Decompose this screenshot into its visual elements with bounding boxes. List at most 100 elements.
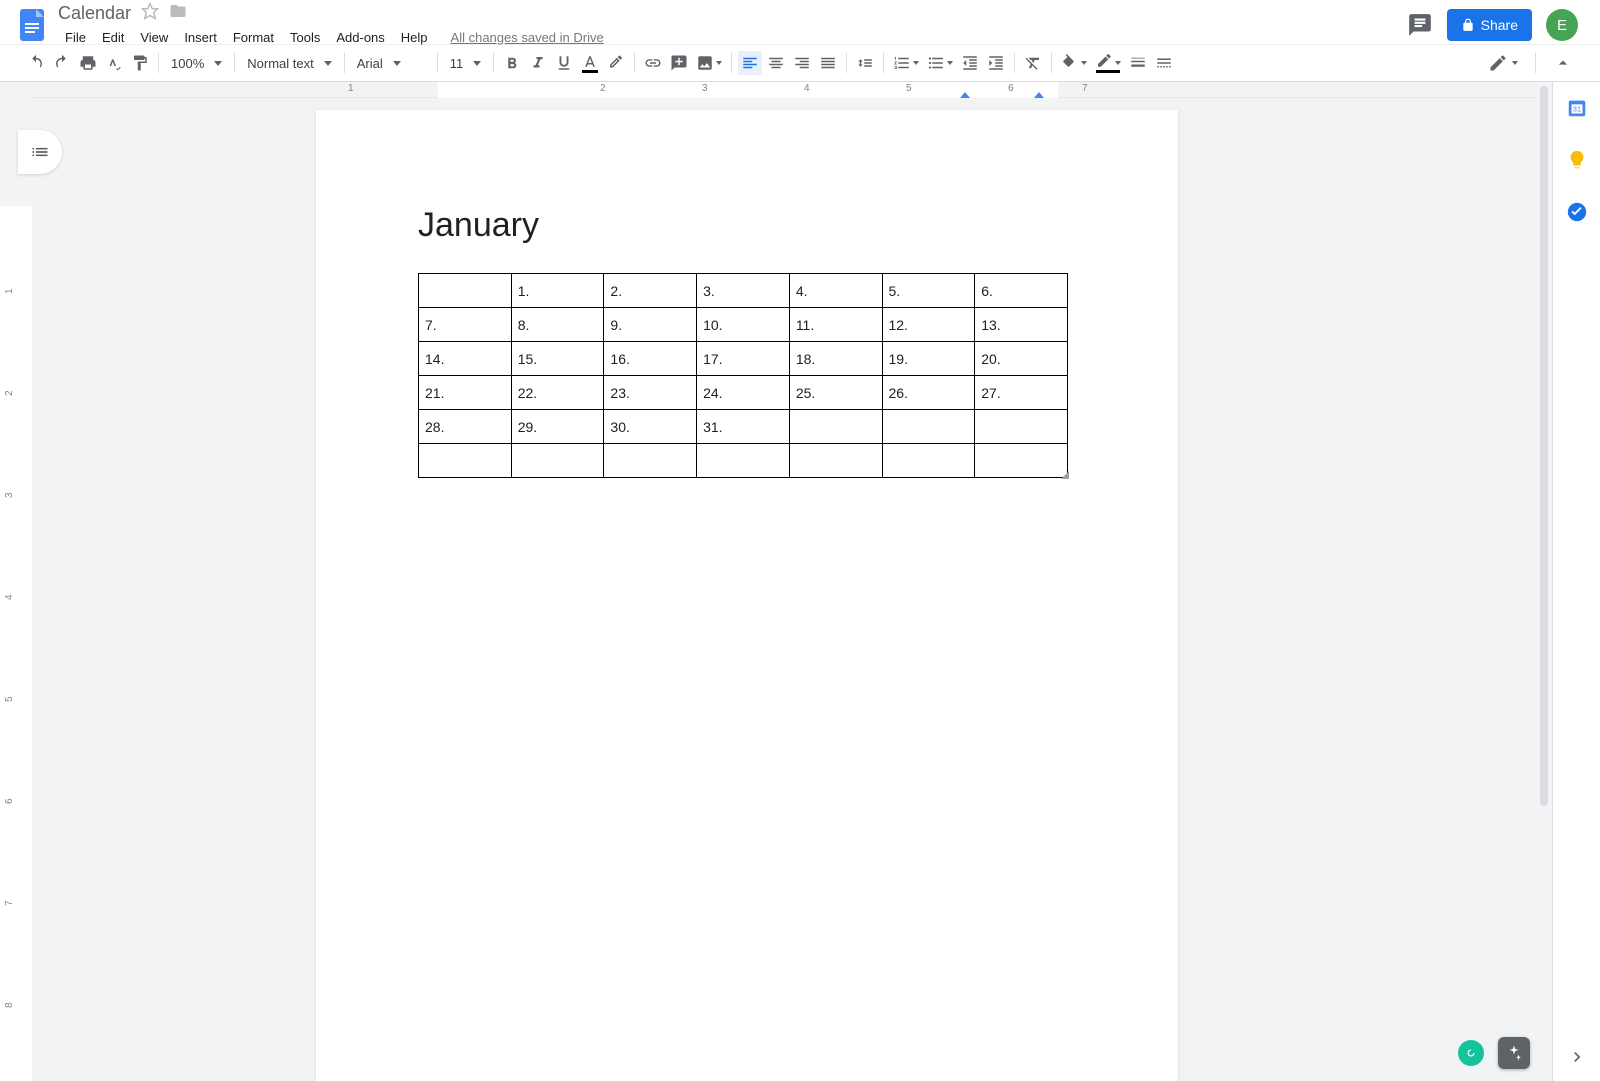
underline-icon[interactable] bbox=[552, 51, 576, 75]
border-color-icon[interactable] bbox=[1092, 51, 1124, 75]
calendar-cell[interactable] bbox=[789, 410, 882, 444]
highlight-color-icon[interactable] bbox=[604, 51, 628, 75]
calendar-cell[interactable]: 2. bbox=[604, 274, 697, 308]
calendar-cell[interactable]: 5. bbox=[882, 274, 975, 308]
calendar-cell[interactable] bbox=[419, 274, 512, 308]
document-title[interactable]: Calendar bbox=[58, 3, 131, 24]
fill-color-icon[interactable] bbox=[1058, 51, 1090, 75]
calendar-cell[interactable] bbox=[882, 410, 975, 444]
numbered-list-icon[interactable] bbox=[890, 51, 922, 75]
increase-indent-icon[interactable] bbox=[984, 51, 1008, 75]
calendar-cell[interactable]: 31. bbox=[697, 410, 790, 444]
calendar-cell[interactable]: 19. bbox=[882, 342, 975, 376]
grammarly-icon[interactable] bbox=[1458, 1040, 1484, 1066]
calendar-cell[interactable] bbox=[882, 444, 975, 478]
menu-addons[interactable]: Add-ons bbox=[329, 26, 391, 49]
border-style-icon[interactable] bbox=[1152, 51, 1176, 75]
menu-tools[interactable]: Tools bbox=[283, 26, 327, 49]
insert-link-icon[interactable] bbox=[641, 51, 665, 75]
calendar-cell[interactable] bbox=[511, 444, 604, 478]
calendar-addon-icon[interactable]: 31 bbox=[1565, 96, 1589, 120]
paint-format-icon[interactable] bbox=[128, 51, 152, 75]
calendar-cell[interactable]: 16. bbox=[604, 342, 697, 376]
add-comment-icon[interactable] bbox=[667, 51, 691, 75]
keep-addon-icon[interactable] bbox=[1565, 148, 1589, 172]
clear-formatting-icon[interactable] bbox=[1021, 51, 1045, 75]
align-left-icon[interactable] bbox=[738, 51, 762, 75]
editing-mode-icon[interactable] bbox=[1485, 51, 1521, 75]
menu-format[interactable]: Format bbox=[226, 26, 281, 49]
horizontal-ruler[interactable]: 1 2 3 4 5 6 7 bbox=[32, 82, 1552, 98]
calendar-cell[interactable] bbox=[789, 444, 882, 478]
page-heading[interactable]: January bbox=[418, 206, 1076, 245]
calendar-cell[interactable] bbox=[419, 444, 512, 478]
side-panel-collapse-icon[interactable] bbox=[1565, 1045, 1589, 1069]
zoom-select[interactable]: 100% bbox=[165, 56, 228, 71]
paragraph-style-select[interactable]: Normal text bbox=[241, 56, 337, 71]
calendar-cell[interactable]: 20. bbox=[975, 342, 1068, 376]
calendar-cell[interactable]: 21. bbox=[419, 376, 512, 410]
scrollbar-thumb[interactable] bbox=[1540, 86, 1548, 806]
align-justify-icon[interactable] bbox=[816, 51, 840, 75]
calendar-cell[interactable]: 27. bbox=[975, 376, 1068, 410]
calendar-cell[interactable] bbox=[604, 444, 697, 478]
calendar-cell[interactable]: 15. bbox=[511, 342, 604, 376]
calendar-cell[interactable]: 6. bbox=[975, 274, 1068, 308]
calendar-cell[interactable]: 30. bbox=[604, 410, 697, 444]
tasks-addon-icon[interactable] bbox=[1565, 200, 1589, 224]
align-center-icon[interactable] bbox=[764, 51, 788, 75]
explore-icon[interactable] bbox=[1498, 1037, 1530, 1069]
document-page[interactable]: January 1.2.3.4.5.6.7.8.9.10.11.12.13.14… bbox=[316, 110, 1178, 1081]
calendar-cell[interactable] bbox=[697, 444, 790, 478]
calendar-cell[interactable]: 29. bbox=[511, 410, 604, 444]
calendar-cell[interactable]: 26. bbox=[882, 376, 975, 410]
menu-view[interactable]: View bbox=[133, 26, 175, 49]
calendar-cell[interactable] bbox=[975, 444, 1068, 478]
save-status[interactable]: All changes saved in Drive bbox=[451, 30, 604, 45]
account-avatar[interactable]: E bbox=[1546, 9, 1578, 41]
comments-icon[interactable] bbox=[1407, 12, 1433, 38]
collapse-toolbar-icon[interactable] bbox=[1550, 51, 1576, 75]
align-right-icon[interactable] bbox=[790, 51, 814, 75]
calendar-cell[interactable]: 22. bbox=[511, 376, 604, 410]
bold-icon[interactable] bbox=[500, 51, 524, 75]
calendar-cell[interactable]: 9. bbox=[604, 308, 697, 342]
calendar-cell[interactable]: 10. bbox=[697, 308, 790, 342]
border-width-icon[interactable] bbox=[1126, 51, 1150, 75]
calendar-cell[interactable]: 14. bbox=[419, 342, 512, 376]
calendar-cell[interactable]: 23. bbox=[604, 376, 697, 410]
table-resize-handle-icon[interactable] bbox=[1059, 469, 1069, 479]
calendar-cell[interactable]: 7. bbox=[419, 308, 512, 342]
font-size-select[interactable]: 11 bbox=[444, 56, 488, 71]
font-select[interactable]: Arial bbox=[351, 56, 431, 71]
calendar-cell[interactable]: 11. bbox=[789, 308, 882, 342]
vertical-ruler[interactable]: 1 2 3 4 5 6 7 8 bbox=[0, 98, 32, 1081]
calendar-cell[interactable]: 12. bbox=[882, 308, 975, 342]
insert-image-icon[interactable] bbox=[693, 51, 725, 75]
italic-icon[interactable] bbox=[526, 51, 550, 75]
move-folder-icon[interactable] bbox=[169, 2, 187, 25]
share-button[interactable]: Share bbox=[1447, 9, 1532, 41]
calendar-cell[interactable]: 13. bbox=[975, 308, 1068, 342]
calendar-cell[interactable]: 24. bbox=[697, 376, 790, 410]
document-outline-icon[interactable] bbox=[18, 130, 62, 174]
vertical-scrollbar[interactable] bbox=[1538, 82, 1550, 1081]
calendar-cell[interactable]: 28. bbox=[419, 410, 512, 444]
calendar-cell[interactable]: 4. bbox=[789, 274, 882, 308]
bulleted-list-icon[interactable] bbox=[924, 51, 956, 75]
menu-insert[interactable]: Insert bbox=[177, 26, 224, 49]
spellcheck-icon[interactable] bbox=[102, 51, 126, 75]
menu-edit[interactable]: Edit bbox=[95, 26, 131, 49]
calendar-cell[interactable]: 3. bbox=[697, 274, 790, 308]
calendar-cell[interactable]: 25. bbox=[789, 376, 882, 410]
calendar-cell[interactable] bbox=[975, 410, 1068, 444]
docs-logo-icon[interactable] bbox=[12, 5, 52, 45]
calendar-cell[interactable]: 8. bbox=[511, 308, 604, 342]
calendar-table[interactable]: 1.2.3.4.5.6.7.8.9.10.11.12.13.14.15.16.1… bbox=[418, 273, 1068, 478]
menu-file[interactable]: File bbox=[58, 26, 93, 49]
decrease-indent-icon[interactable] bbox=[958, 51, 982, 75]
text-color-icon[interactable] bbox=[578, 51, 602, 75]
star-icon[interactable] bbox=[141, 2, 159, 25]
undo-icon[interactable] bbox=[24, 51, 48, 75]
redo-icon[interactable] bbox=[50, 51, 74, 75]
